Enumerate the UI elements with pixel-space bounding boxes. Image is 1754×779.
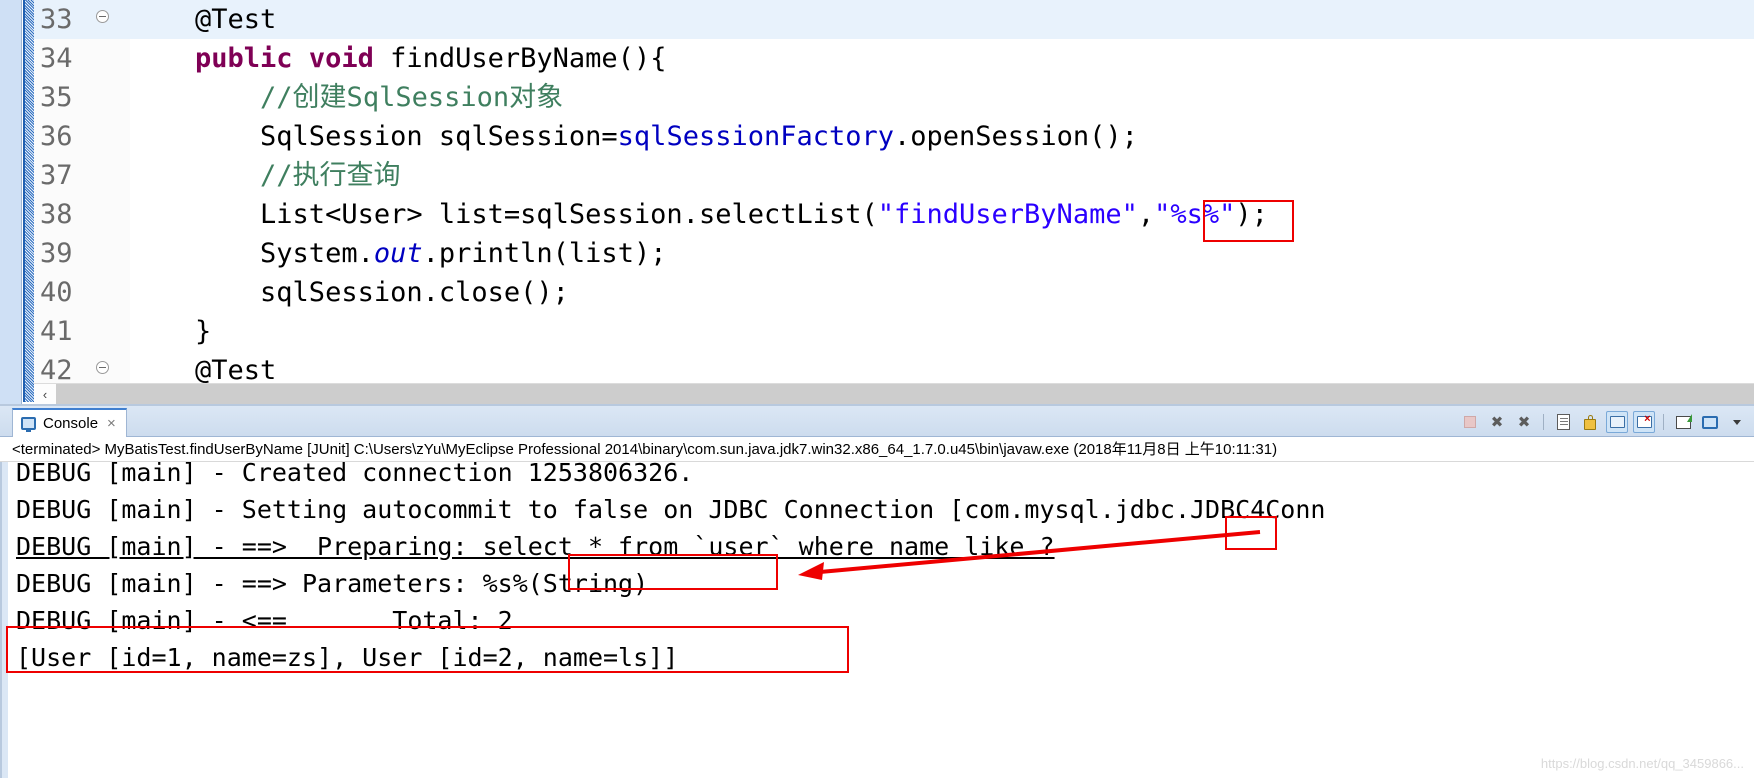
- line-number: 35: [40, 82, 73, 113]
- code-token: SqlSession sqlSession=: [130, 121, 618, 152]
- code-token: findUserByName(){: [390, 43, 667, 74]
- gutter-row[interactable]: 39: [34, 234, 130, 273]
- editor-horizontal-scrollbar[interactable]: ‹: [34, 383, 1754, 406]
- scroll-lock-icon[interactable]: [1579, 411, 1601, 433]
- pin-console-icon[interactable]: [1606, 411, 1628, 433]
- code-folding-toggle-icon[interactable]: [96, 361, 109, 374]
- console-toolbar[interactable]: ✖ ✖: [1459, 410, 1748, 434]
- code-token: @Test: [195, 4, 277, 35]
- code-token: ,: [1137, 199, 1155, 230]
- editor-line-number-gutter[interactable]: 33 34 35 36 37 38 39 40 41 42: [34, 0, 130, 402]
- code-line[interactable]: public void findUserByName(){: [130, 39, 1754, 78]
- code-line[interactable]: @Test: [130, 0, 1754, 39]
- console-view[interactable]: Console × ✖ ✖ <terminated> MyBatisTest.f…: [0, 406, 1754, 779]
- line-number: 34: [40, 43, 73, 74]
- console-line-list: DEBUG [main] - Created connection 125380…: [16, 462, 1754, 676]
- code-token: out: [373, 238, 423, 269]
- close-icon[interactable]: ×: [107, 416, 116, 431]
- new-console-view-icon[interactable]: [1699, 411, 1721, 433]
- line-number: 36: [40, 121, 73, 152]
- tab-console[interactable]: Console ×: [12, 408, 127, 437]
- console-line[interactable]: DEBUG [main] - ==> Preparing: select * f…: [16, 528, 1754, 565]
- code-line[interactable]: //执行查询: [130, 156, 1754, 195]
- code-line[interactable]: SqlSession sqlSession=sqlSessionFactory.…: [130, 117, 1754, 156]
- watermark-text: https://blog.csdn.net/qq_3459866...: [1540, 756, 1744, 771]
- java-source-editor[interactable]: 33 34 35 36 37 38 39 40 41 42 @Test publ…: [0, 0, 1754, 406]
- gutter-row[interactable]: 34: [34, 39, 130, 78]
- terminate-icon[interactable]: [1459, 411, 1481, 433]
- code-token: sqlSession.close();: [130, 277, 569, 308]
- gutter-row[interactable]: 40: [34, 273, 130, 312]
- editor-change-ruler: [23, 0, 34, 402]
- code-token: public void: [195, 43, 391, 74]
- remove-launch-icon[interactable]: ✖: [1486, 411, 1508, 433]
- display-selected-console-icon[interactable]: [1633, 411, 1655, 433]
- code-token: //执行查询: [260, 160, 401, 191]
- line-number: 37: [40, 160, 73, 191]
- console-monitor-icon: [21, 417, 36, 432]
- gutter-row[interactable]: 38: [34, 195, 130, 234]
- code-folding-toggle-icon[interactable]: [96, 10, 109, 23]
- console-output[interactable]: DEBUG [main] - Created connection 125380…: [0, 462, 1754, 778]
- code-token: @Test: [195, 355, 277, 386]
- code-line[interactable]: }: [130, 312, 1754, 351]
- console-line: DEBUG [main] - Setting autocommit to fal…: [16, 495, 1326, 524]
- code-token: System.: [130, 238, 374, 269]
- code-token: "findUserByName": [877, 199, 1138, 230]
- gutter-row[interactable]: 36: [34, 117, 130, 156]
- code-token: sqlSessionFactory: [617, 121, 895, 152]
- open-console-icon[interactable]: [1672, 411, 1694, 433]
- tab-console-label: Console: [43, 415, 99, 432]
- code-token: );: [1235, 199, 1268, 230]
- code-token: //创建SqlSession对象: [260, 82, 564, 113]
- console-launch-status: <terminated> MyBatisTest.findUserByName …: [0, 437, 1754, 462]
- toolbar-separator: [1543, 414, 1544, 430]
- code-line[interactable]: sqlSession.close();: [130, 273, 1754, 312]
- line-number: 39: [40, 238, 73, 269]
- code-line[interactable]: System.out.println(list);: [130, 234, 1754, 273]
- editor-code-area[interactable]: @Test public void findUserByName(){ //创建…: [130, 0, 1754, 402]
- gutter-row[interactable]: 41: [34, 312, 130, 351]
- console-tab-bar[interactable]: Console × ✖ ✖: [0, 406, 1754, 437]
- console-line: DEBUG [main] - Created connection 125380…: [16, 462, 694, 487]
- console-line: DEBUG [main] - <== Total: 2: [16, 606, 513, 635]
- code-line[interactable]: List<User> list=sqlSession.selectList("f…: [130, 195, 1754, 234]
- code-token: List<User> list=sqlSession.selectList(: [130, 199, 878, 230]
- console-line: DEBUG [main] - ==> Parameters: %s%(Strin…: [16, 569, 649, 598]
- scrollbar-track[interactable]: [56, 383, 1754, 406]
- console-menu-caret-icon[interactable]: [1726, 411, 1748, 433]
- editor-left-chrome: [0, 0, 22, 406]
- remove-all-terminated-icon[interactable]: ✖: [1513, 411, 1535, 433]
- gutter-row[interactable]: 37: [34, 156, 130, 195]
- gutter-row[interactable]: 33: [34, 0, 130, 39]
- console-line: [User [id=1, name=zs], User [id=2, name=…: [16, 643, 679, 672]
- toolbar-separator: [1663, 414, 1664, 430]
- scroll-left-arrow-icon[interactable]: ‹: [34, 383, 56, 406]
- line-number: 40: [40, 277, 73, 308]
- console-left-edge: [2, 462, 8, 778]
- gutter-row[interactable]: 35: [34, 78, 130, 117]
- code-line[interactable]: //创建SqlSession对象: [130, 78, 1754, 117]
- code-token: }: [130, 316, 212, 347]
- line-number: 38: [40, 199, 73, 230]
- clear-console-icon[interactable]: [1552, 411, 1574, 433]
- code-token: .openSession();: [894, 121, 1138, 152]
- code-token: "%s%": [1154, 199, 1236, 230]
- line-number: 41: [40, 316, 73, 347]
- code-token: .println(list);: [422, 238, 667, 269]
